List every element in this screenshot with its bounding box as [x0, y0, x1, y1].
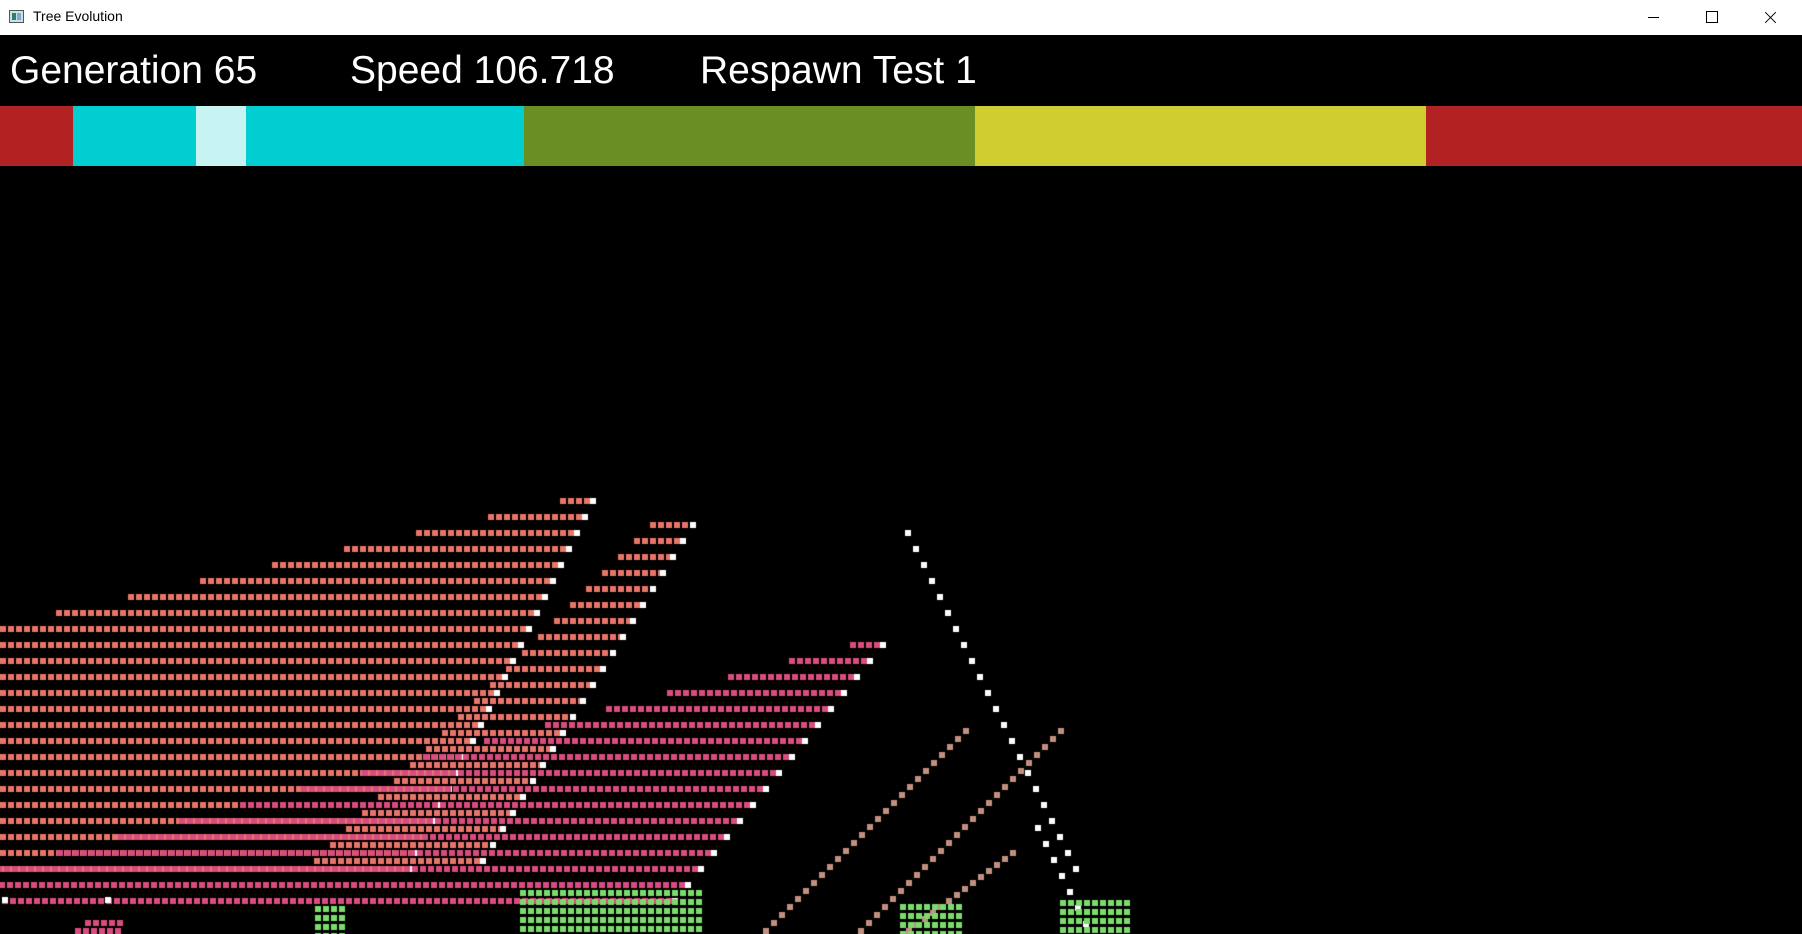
- population-segment: [0, 106, 73, 166]
- title-bar[interactable]: Tree Evolution: [0, 0, 1802, 35]
- window-title: Tree Evolution: [33, 8, 123, 24]
- population-segment: [73, 106, 196, 166]
- population-segment: [196, 106, 246, 166]
- generation-label: Generation 65: [10, 49, 258, 92]
- simulation-view[interactable]: Generation 65 Speed 106.718 Respawn Test…: [0, 35, 1802, 934]
- population-segment: [975, 106, 1426, 166]
- population-segment: [524, 106, 975, 166]
- population-segment: [246, 106, 524, 166]
- population-segment: [1426, 106, 1802, 166]
- close-button[interactable]: [1741, 0, 1799, 35]
- population-bar: [0, 106, 1802, 166]
- tree-canvas: [0, 35, 1802, 934]
- respawn-label: Respawn Test 1: [700, 49, 977, 92]
- app-icon: [9, 10, 24, 23]
- maximize-button[interactable]: [1683, 0, 1741, 35]
- minimize-button[interactable]: [1625, 0, 1683, 35]
- speed-label: Speed 106.718: [350, 49, 615, 92]
